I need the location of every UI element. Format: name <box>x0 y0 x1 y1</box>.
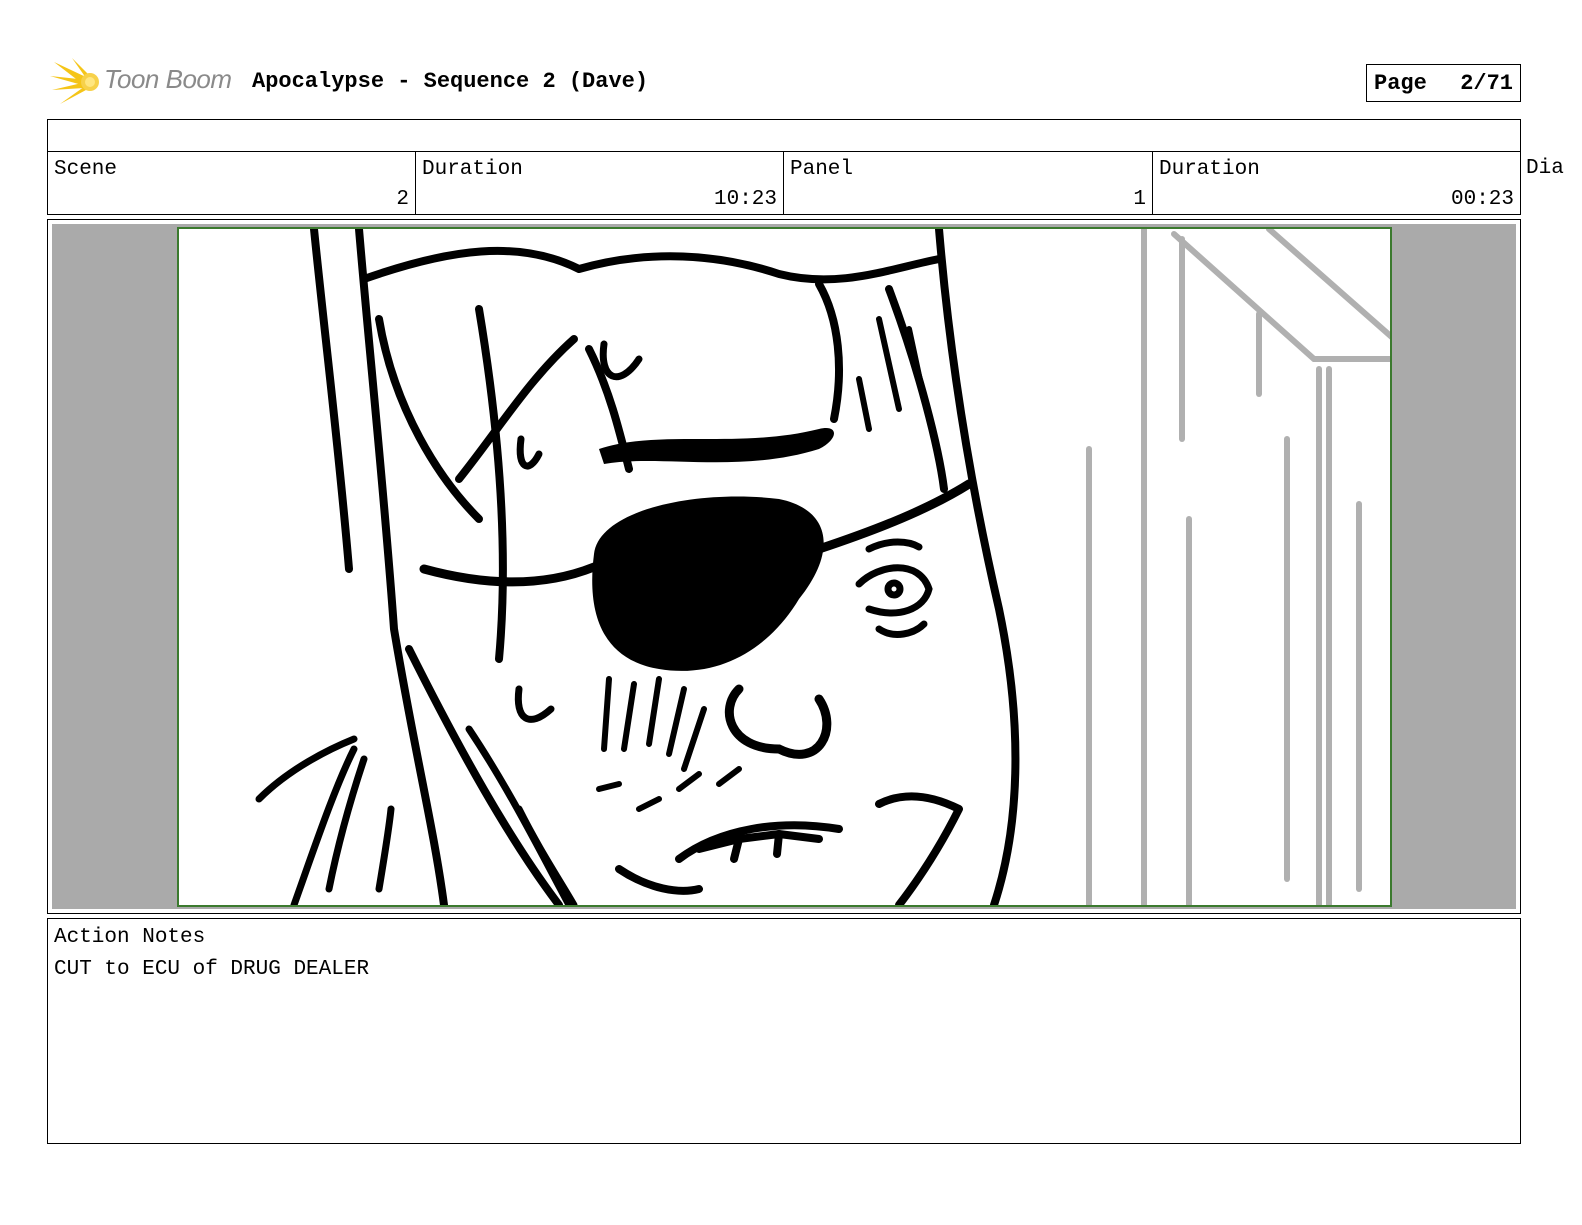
scene-cell: Scene 2 <box>48 152 416 214</box>
panel-duration-label: Duration <box>1159 158 1260 181</box>
page-number: 2/71 <box>1460 70 1513 96</box>
page-label: Page <box>1374 70 1427 96</box>
panel-drawing <box>177 227 1392 907</box>
panel-cell: Panel 1 <box>784 152 1153 214</box>
panel-label: Panel <box>790 158 854 181</box>
panel-duration-cell: Duration 00:23 <box>1153 152 1520 214</box>
info-row: Scene 2 Duration 10:23 Panel 1 Duration … <box>47 151 1521 215</box>
page-indicator: Page 2/71 <box>1366 64 1521 102</box>
drug-dealer-sketch <box>255 229 1390 905</box>
panel-value: 1 <box>1133 188 1146 211</box>
action-notes-label: Action Notes <box>54 926 206 949</box>
panel-duration-value: 00:23 <box>1450 188 1514 211</box>
scene-duration-cell: Duration 10:23 <box>416 152 784 214</box>
scene-label: Scene <box>54 158 118 181</box>
info-header-row <box>47 119 1521 152</box>
dialogue-label: Dia <box>1526 157 1564 180</box>
scene-value: 2 <box>396 188 409 211</box>
starburst-icon <box>50 58 99 104</box>
document-title: Apocalypse - Sequence 2 (Dave) <box>252 69 649 94</box>
dialogue-cell: Dia <box>1521 151 1582 191</box>
action-notes-box <box>47 918 1521 1144</box>
scene-duration-value: 10:23 <box>713 188 777 211</box>
scene-duration-label: Duration <box>422 158 523 181</box>
logo-wordmark: Toon Boom <box>104 64 232 94</box>
action-notes-text: CUT to ECU of DRUG DEALER <box>54 958 370 981</box>
